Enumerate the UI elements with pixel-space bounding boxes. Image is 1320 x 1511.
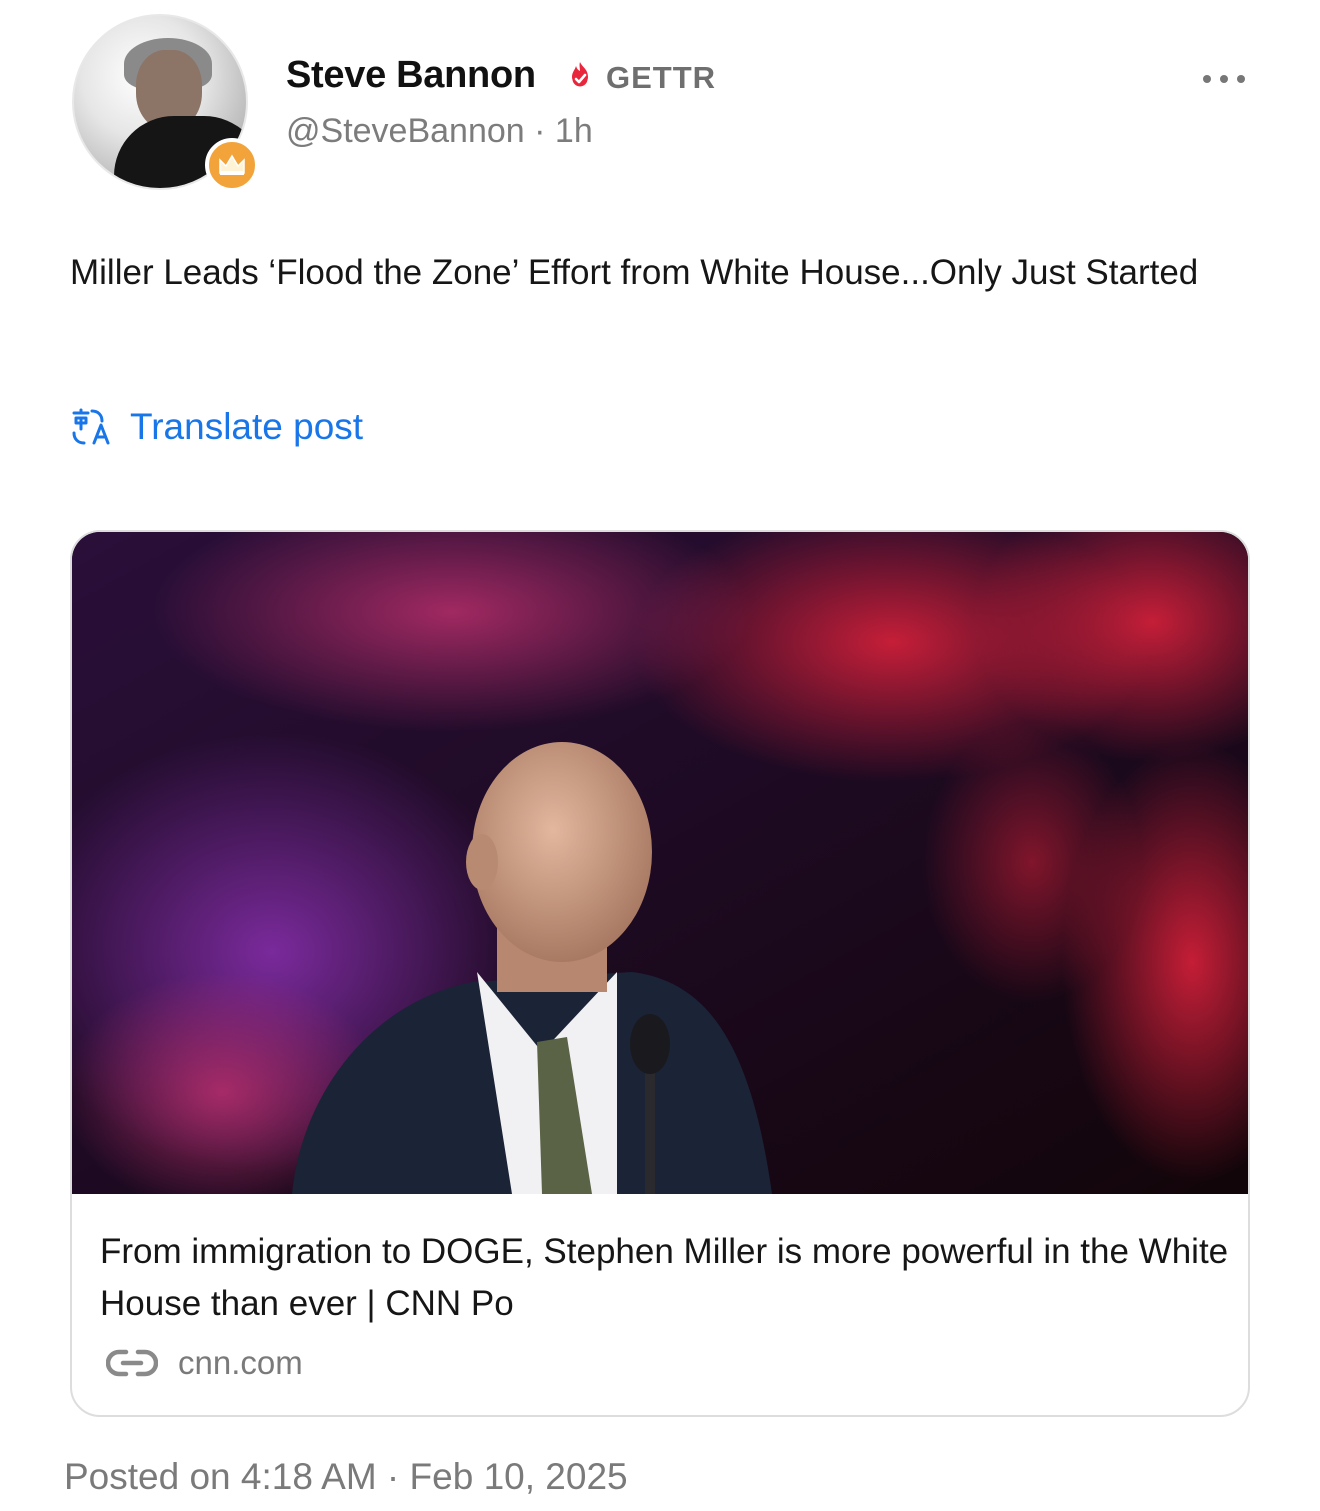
more-dot bbox=[1220, 75, 1228, 83]
link-preview-title: From immigration to DOGE, Stephen Miller… bbox=[100, 1232, 1229, 1323]
verified-flame-icon bbox=[572, 62, 588, 87]
post-age: 1h bbox=[554, 112, 593, 150]
author-meta: @SteveBannon · 1h bbox=[286, 112, 593, 151]
translate-icon bbox=[72, 408, 110, 445]
more-horizontal-icon[interactable] bbox=[1196, 66, 1252, 92]
meta-separator: · bbox=[524, 112, 555, 150]
translate-button[interactable]: Translate post bbox=[70, 406, 363, 448]
link-preview-card[interactable]: From immigration to DOGE, Stephen Miller… bbox=[70, 530, 1250, 1417]
link-preview-image bbox=[72, 532, 1248, 1194]
article-photo bbox=[72, 532, 1248, 1194]
link-preview-domain: cnn.com bbox=[178, 1344, 303, 1381]
link-preview-source: cnn.com bbox=[106, 1344, 303, 1382]
crown-icon bbox=[205, 138, 259, 192]
author-display-name[interactable]: Steve Bannon bbox=[286, 54, 536, 97]
author-handle[interactable]: @SteveBannon bbox=[286, 112, 525, 150]
posted-timestamp: Posted on 4:18 AM · Feb 10, 2025 bbox=[64, 1456, 628, 1497]
more-dot bbox=[1237, 75, 1245, 83]
link-icon bbox=[106, 1349, 158, 1377]
platform-label: GETTR bbox=[606, 60, 717, 95]
more-dot bbox=[1203, 75, 1211, 83]
translate-label: Translate post bbox=[130, 406, 364, 447]
post-text: Miller Leads ‘Flood the Zone’ Effort fro… bbox=[70, 253, 1199, 292]
